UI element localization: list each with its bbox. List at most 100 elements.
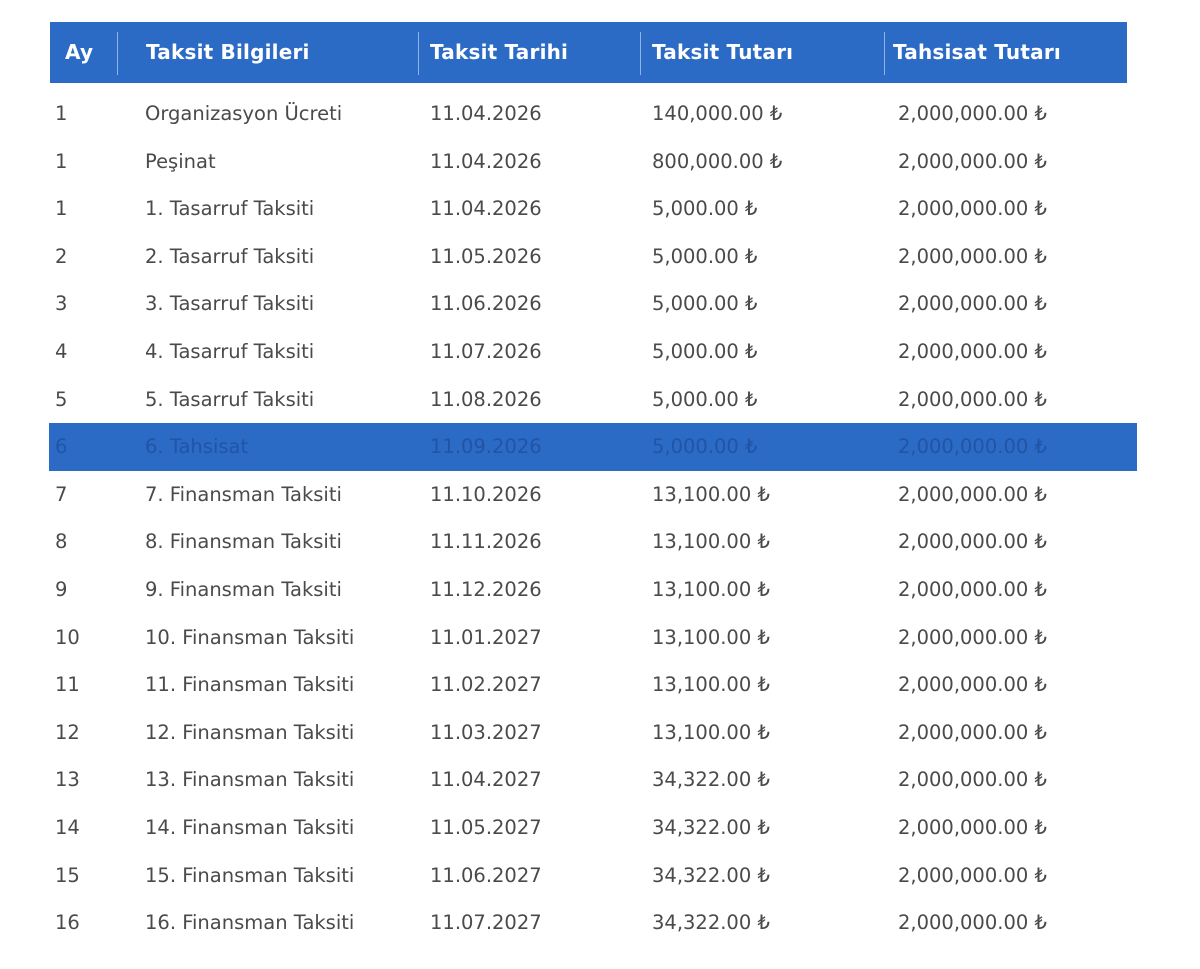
cell-taksit-tutari: 34,322.00 ₺ <box>652 816 770 839</box>
cell-taksit-bilgileri: 14. Finansman Taksiti <box>145 816 355 839</box>
cell-tahsisat-tutari: 2,000,000.00 ₺ <box>898 102 1047 125</box>
cell-tahsisat-tutari: 2,000,000.00 ₺ <box>898 340 1047 363</box>
cell-taksit-tarihi: 11.04.2026 <box>430 197 542 221</box>
cell-taksit-tarihi: 11.11.2026 <box>430 530 542 554</box>
cell-ay: 16 <box>55 911 80 935</box>
table-row[interactable]: 1 1. Tasarruf Taksiti 11.04.2026 5,000.00 ₺… <box>0 185 1200 233</box>
cell-taksit-tarihi: 11.06.2027 <box>430 863 542 887</box>
column-header-ay[interactable]: Ay <box>65 22 93 83</box>
cell-taksit-tarihi: 11.06.2026 <box>430 292 542 316</box>
table-row[interactable]: 7 7. Finansman Taksiti 11.10.2026 13,100.00… <box>0 471 1200 519</box>
cell-ay: 13 <box>55 768 80 792</box>
column-divider <box>117 32 118 75</box>
cell-taksit-tutari: 13,100.00 ₺ <box>652 673 770 697</box>
cell-taksit-bilgileri: 3. Tasarruf Taksiti <box>145 292 315 316</box>
table-row[interactable]: 15 15. Finansman Taksiti 11.06.2027 34,322.… <box>0 852 1200 900</box>
cell-ay: 14 <box>55 816 80 839</box>
installment-table: Ay Taksit Bilgileri Taksit Tarihi Taksit… <box>0 0 1200 969</box>
cell-taksit-tarihi: 11.04.2027 <box>430 768 542 792</box>
cell-taksit-tutari: 34,322.00 ₺ <box>652 768 770 792</box>
table-row-selected[interactable]: 6 6. Tahsisat 11.09.2026 5,000.00 ₺ 2,000,00… <box>0 423 1200 471</box>
cell-taksit-bilgileri: 11. Finansman Taksiti <box>145 673 355 697</box>
cell-ay: 5 <box>55 387 68 411</box>
cell-taksit-tutari: 5,000.00 ₺ <box>652 244 758 268</box>
cell-taksit-bilgileri: 15. Finansman Taksiti <box>145 863 355 887</box>
cell-tahsisat-tutari: 2,000,000.00 ₺ <box>898 197 1047 221</box>
cell-taksit-tarihi: 11.05.2026 <box>430 244 542 268</box>
cell-ay: 15 <box>55 863 80 887</box>
cell-tahsisat-tutari: 2,000,000.00 ₺ <box>898 863 1047 887</box>
column-header-taksit-tarihi[interactable]: Taksit Tarihi <box>430 22 568 83</box>
column-header-taksit-bilgileri[interactable]: Taksit Bilgileri <box>146 22 310 83</box>
cell-taksit-bilgileri: 10. Finansman Taksiti <box>145 625 355 649</box>
cell-tahsisat-tutari: 2,000,000.00 ₺ <box>898 768 1047 792</box>
table-row[interactable]: 16 16. Finansman Taksiti 11.07.2027 34,322.… <box>0 899 1200 947</box>
cell-taksit-tutari: 5,000.00 ₺ <box>652 292 758 316</box>
table-row[interactable]: 4 4. Tasarruf Taksiti 11.07.2026 5,000.00 ₺… <box>0 328 1200 376</box>
table-row[interactable]: 13 13. Finansman Taksiti 11.04.2027 34,322.… <box>0 756 1200 804</box>
cell-taksit-tutari: 5,000.00 ₺ <box>652 197 758 221</box>
cell-taksit-tutari: 5,000.00 ₺ <box>652 435 758 459</box>
cell-taksit-bilgileri: 5. Tasarruf Taksiti <box>145 387 315 411</box>
cell-tahsisat-tutari: 2,000,000.00 ₺ <box>898 816 1047 839</box>
cell-taksit-tutari: 34,322.00 ₺ <box>652 911 770 935</box>
cell-tahsisat-tutari: 2,000,000.00 ₺ <box>898 435 1047 459</box>
cell-ay: 7 <box>55 482 68 506</box>
cell-taksit-tarihi: 11.10.2026 <box>430 482 542 506</box>
table-row[interactable]: 9 9. Finansman Taksiti 11.12.2026 13,100.00… <box>0 566 1200 614</box>
cell-tahsisat-tutari: 2,000,000.00 ₺ <box>898 387 1047 411</box>
column-divider <box>418 32 419 75</box>
cell-taksit-bilgileri: 4. Tasarruf Taksiti <box>145 340 315 363</box>
cell-tahsisat-tutari: 2,000,000.00 ₺ <box>898 292 1047 316</box>
cell-taksit-bilgileri: 16. Finansman Taksiti <box>145 911 355 935</box>
cell-tahsisat-tutari: 2,000,000.00 ₺ <box>898 720 1047 744</box>
cell-taksit-bilgileri: 12. Finansman Taksiti <box>145 720 355 744</box>
cell-taksit-tarihi: 11.04.2026 <box>430 149 542 173</box>
cell-taksit-tutari: 13,100.00 ₺ <box>652 625 770 649</box>
cell-taksit-tutari: 140,000.00 ₺ <box>652 102 783 125</box>
table-row[interactable]: 11 11. Finansman Taksiti 11.02.2027 13,100.… <box>0 661 1200 709</box>
cell-taksit-bilgileri: Organizasyon Ücreti <box>145 102 343 125</box>
cell-tahsisat-tutari: 2,000,000.00 ₺ <box>898 149 1047 173</box>
cell-ay: 2 <box>55 244 68 268</box>
cell-ay: 12 <box>55 720 80 744</box>
column-divider <box>640 32 641 75</box>
cell-taksit-tarihi: 11.02.2027 <box>430 673 542 697</box>
cell-taksit-bilgileri: 13. Finansman Taksiti <box>145 768 355 792</box>
cell-tahsisat-tutari: 2,000,000.00 ₺ <box>898 673 1047 697</box>
cell-taksit-tutari: 13,100.00 ₺ <box>652 720 770 744</box>
cell-taksit-tarihi: 11.12.2026 <box>430 578 542 601</box>
cell-taksit-bilgileri: Peşinat <box>145 149 216 173</box>
cell-taksit-tutari: 13,100.00 ₺ <box>652 482 770 506</box>
cell-taksit-tutari: 13,100.00 ₺ <box>652 578 770 601</box>
cell-ay: 10 <box>55 625 80 649</box>
cell-ay: 3 <box>55 292 68 316</box>
cell-taksit-tarihi: 11.01.2027 <box>430 625 542 649</box>
table-row[interactable]: 2 2. Tasarruf Taksiti 11.05.2026 5,000.00 ₺… <box>0 233 1200 281</box>
cell-taksit-tutari: 5,000.00 ₺ <box>652 340 758 363</box>
table-row[interactable]: 14 14. Finansman Taksiti 11.05.2027 34,322.… <box>0 804 1200 852</box>
table-row[interactable]: 1 Peşinat 11.04.2026 800,000.00 ₺ 2,000,000.… <box>0 138 1200 186</box>
cell-taksit-bilgileri: 7. Finansman Taksiti <box>145 482 342 506</box>
table-row[interactable]: 8 8. Finansman Taksiti 11.11.2026 13,100.00… <box>0 518 1200 566</box>
column-header-tahsisat-tutari[interactable]: Tahsisat Tutarı <box>893 22 1061 83</box>
table-row[interactable]: 12 12. Finansman Taksiti 11.03.2027 13,100.… <box>0 709 1200 757</box>
cell-taksit-bilgileri: 1. Tasarruf Taksiti <box>145 197 315 221</box>
cell-taksit-tarihi: 11.09.2026 <box>430 435 542 459</box>
cell-ay: 11 <box>55 673 80 697</box>
table-row[interactable]: 1 Organizasyon Ücreti 11.04.2026 140,000.00… <box>0 90 1200 138</box>
table-row[interactable]: 5 5. Tasarruf Taksiti 11.08.2026 5,000.00 ₺… <box>0 376 1200 424</box>
cell-ay: 8 <box>55 530 68 554</box>
cell-taksit-bilgileri: 8. Finansman Taksiti <box>145 530 342 554</box>
table-row[interactable]: 3 3. Tasarruf Taksiti 11.06.2026 5,000.00 ₺… <box>0 280 1200 328</box>
cell-tahsisat-tutari: 2,000,000.00 ₺ <box>898 625 1047 649</box>
table-header: Ay Taksit Bilgileri Taksit Tarihi Taksit… <box>50 22 1127 83</box>
cell-ay: 6 <box>55 435 68 459</box>
cell-taksit-bilgileri: 6. Tahsisat <box>145 435 249 459</box>
column-header-taksit-tutari[interactable]: Taksit Tutarı <box>652 22 793 83</box>
cell-taksit-tarihi: 11.04.2026 <box>430 102 542 125</box>
cell-ay: 9 <box>55 578 68 601</box>
cell-tahsisat-tutari: 2,000,000.00 ₺ <box>898 482 1047 506</box>
table-row[interactable]: 10 10. Finansman Taksiti 11.01.2027 13,100.… <box>0 614 1200 662</box>
cell-ay: 1 <box>55 102 68 125</box>
